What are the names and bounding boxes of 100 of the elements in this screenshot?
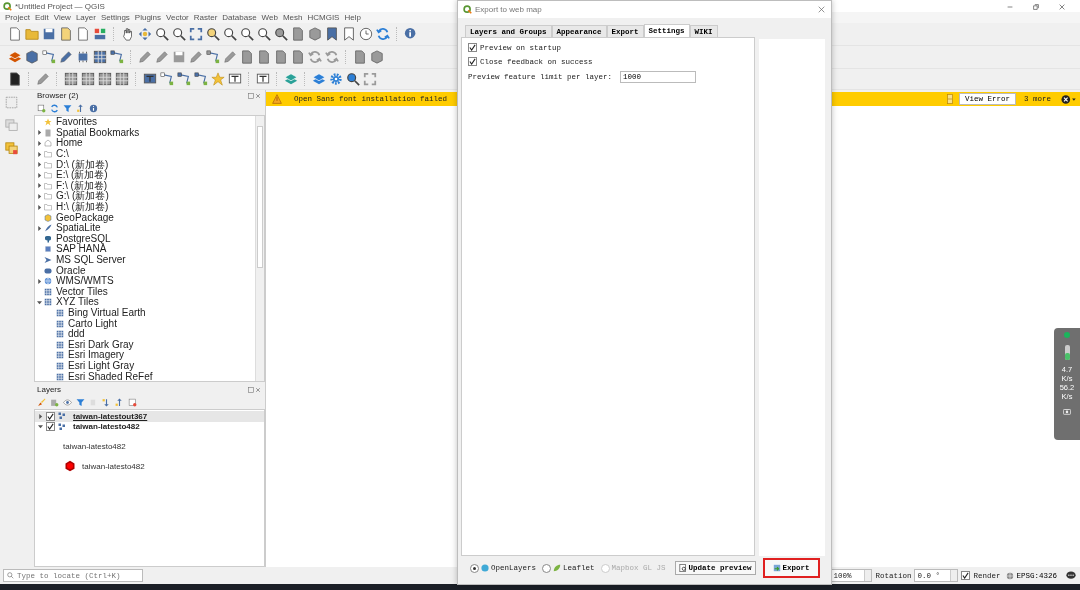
magnifier-icon[interactable]: [206, 27, 220, 41]
refresh-icon[interactable]: [308, 50, 322, 64]
close-icon[interactable]: [1061, 94, 1076, 104]
browser-item[interactable]: SAP HANA: [56, 244, 107, 255]
collapsed-caret-icon[interactable]: [37, 162, 42, 168]
menu-item[interactable]: HCMGIS: [307, 13, 340, 22]
refresh-icon[interactable]: [50, 103, 59, 113]
menu-item[interactable]: Web: [261, 13, 278, 22]
palette-icon[interactable]: [93, 27, 107, 41]
pencil-icon[interactable]: [138, 50, 152, 64]
magnifier-icon[interactable]: [172, 27, 186, 41]
browser-item[interactable]: C:\: [56, 149, 69, 160]
layers-icon[interactable]: [8, 50, 22, 64]
vertex-icon[interactable]: [177, 72, 191, 86]
expand-icon[interactable]: [189, 27, 203, 41]
magnifier-icon[interactable]: [223, 27, 237, 41]
messages-icon[interactable]: [1066, 571, 1076, 580]
text-icon[interactable]: [256, 72, 270, 86]
collapsed-caret-icon[interactable]: [37, 172, 42, 178]
cube-icon[interactable]: [308, 27, 322, 41]
layer-checkbox[interactable]: [46, 422, 55, 432]
magnifier-icon[interactable]: [274, 27, 288, 41]
browser-item[interactable]: ddd: [68, 329, 85, 340]
collapsed-caret-icon[interactable]: [38, 413, 43, 419]
pencil-icon[interactable]: [59, 50, 73, 64]
browser-item[interactable]: XYZ Tiles: [56, 297, 99, 308]
browser-item[interactable]: Spatial Bookmarks: [56, 127, 140, 138]
grid-icon[interactable]: [115, 72, 129, 86]
expand-all-icon[interactable]: [102, 397, 111, 407]
browser-item[interactable]: Home: [56, 138, 83, 149]
menu-item[interactable]: Help: [344, 13, 361, 22]
collapsed-caret-icon[interactable]: [37, 151, 42, 157]
collapse-icon[interactable]: [76, 103, 85, 113]
browser-item[interactable]: WMS/WMTS: [56, 276, 114, 287]
collapsed-caret-icon[interactable]: [37, 278, 42, 284]
document-icon[interactable]: [8, 72, 22, 86]
browser-item[interactable]: D:\ (新加卷): [56, 159, 109, 170]
browser-item[interactable]: Carto Light: [68, 318, 117, 329]
text-icon[interactable]: [143, 72, 157, 86]
eye-icon[interactable]: [63, 397, 72, 407]
layers-icon[interactable]: [284, 72, 298, 86]
browser-item[interactable]: Vector Tiles: [56, 286, 108, 297]
chip-icon[interactable]: [76, 50, 90, 64]
browser-item[interactable]: Esri Imagery: [68, 350, 125, 361]
vertex-icon[interactable]: [42, 50, 56, 64]
add-icon[interactable]: [37, 103, 46, 113]
grid-icon[interactable]: [93, 50, 107, 64]
layers-icon[interactable]: [50, 397, 59, 407]
checkbox[interactable]: [468, 57, 477, 66]
info-icon[interactable]: [89, 103, 98, 113]
folder-icon[interactable]: [25, 27, 39, 41]
gear-icon[interactable]: [329, 72, 343, 86]
grid-icon[interactable]: [81, 72, 95, 86]
cube-icon[interactable]: [370, 50, 384, 64]
magnifier-icon[interactable]: [155, 27, 169, 41]
collapsed-caret-icon[interactable]: [37, 193, 42, 199]
remove-layer-icon[interactable]: [128, 397, 137, 407]
filter-icon[interactable]: [76, 397, 85, 407]
float-icon[interactable]: [248, 92, 254, 99]
menu-item[interactable]: Edit: [34, 13, 49, 22]
magnifier-icon[interactable]: [257, 27, 271, 41]
brush-icon[interactable]: [37, 397, 46, 407]
menu-item[interactable]: Plugins: [134, 13, 162, 22]
browser-item[interactable]: Esri Shaded ReFef: [68, 371, 153, 381]
render-checkbox[interactable]: [961, 571, 971, 580]
save-icon[interactable]: [42, 27, 56, 41]
refresh-icon[interactable]: [325, 50, 339, 64]
radio-button[interactable]: [470, 563, 479, 573]
menu-item[interactable]: Project: [5, 13, 30, 22]
browser-item[interactable]: GeoPackage: [56, 212, 114, 223]
info-icon[interactable]: [404, 27, 418, 41]
camera-icon[interactable]: [1063, 408, 1071, 415]
pencil-icon[interactable]: [189, 50, 203, 64]
vertex-icon[interactable]: [194, 72, 208, 86]
float-icon[interactable]: [248, 386, 254, 393]
browser-item[interactable]: Esri Light Gray: [68, 360, 135, 371]
refresh-icon[interactable]: [376, 27, 390, 41]
expanded-caret-icon[interactable]: [37, 299, 42, 305]
browser-item[interactable]: PostgreSQL: [56, 233, 111, 244]
collapsed-caret-icon[interactable]: [37, 204, 42, 210]
browser-item[interactable]: Bing Virtual Earth: [68, 308, 146, 318]
menu-item[interactable]: Mesh: [282, 13, 303, 22]
star-icon[interactable]: [211, 72, 225, 86]
layers-icon[interactable]: [5, 142, 18, 155]
layer-checkbox[interactable]: [46, 411, 55, 421]
checkbox[interactable]: [468, 43, 477, 52]
text-icon[interactable]: [228, 72, 242, 86]
collapsed-caret-icon[interactable]: [37, 225, 42, 231]
magnifier-icon[interactable]: [346, 72, 360, 86]
layers-icon[interactable]: [312, 72, 326, 86]
cube-icon[interactable]: [25, 50, 39, 64]
collapsed-caret-icon[interactable]: [37, 141, 42, 146]
save-icon[interactable]: [172, 50, 186, 64]
scrollbar[interactable]: [255, 116, 264, 381]
grid-icon[interactable]: [98, 72, 112, 86]
expanded-caret-icon[interactable]: [38, 424, 43, 430]
menu-item[interactable]: Database: [222, 13, 257, 22]
vertex-icon[interactable]: [206, 50, 220, 64]
move-icon[interactable]: [138, 27, 152, 41]
maximize-icon[interactable]: [1033, 3, 1039, 10]
